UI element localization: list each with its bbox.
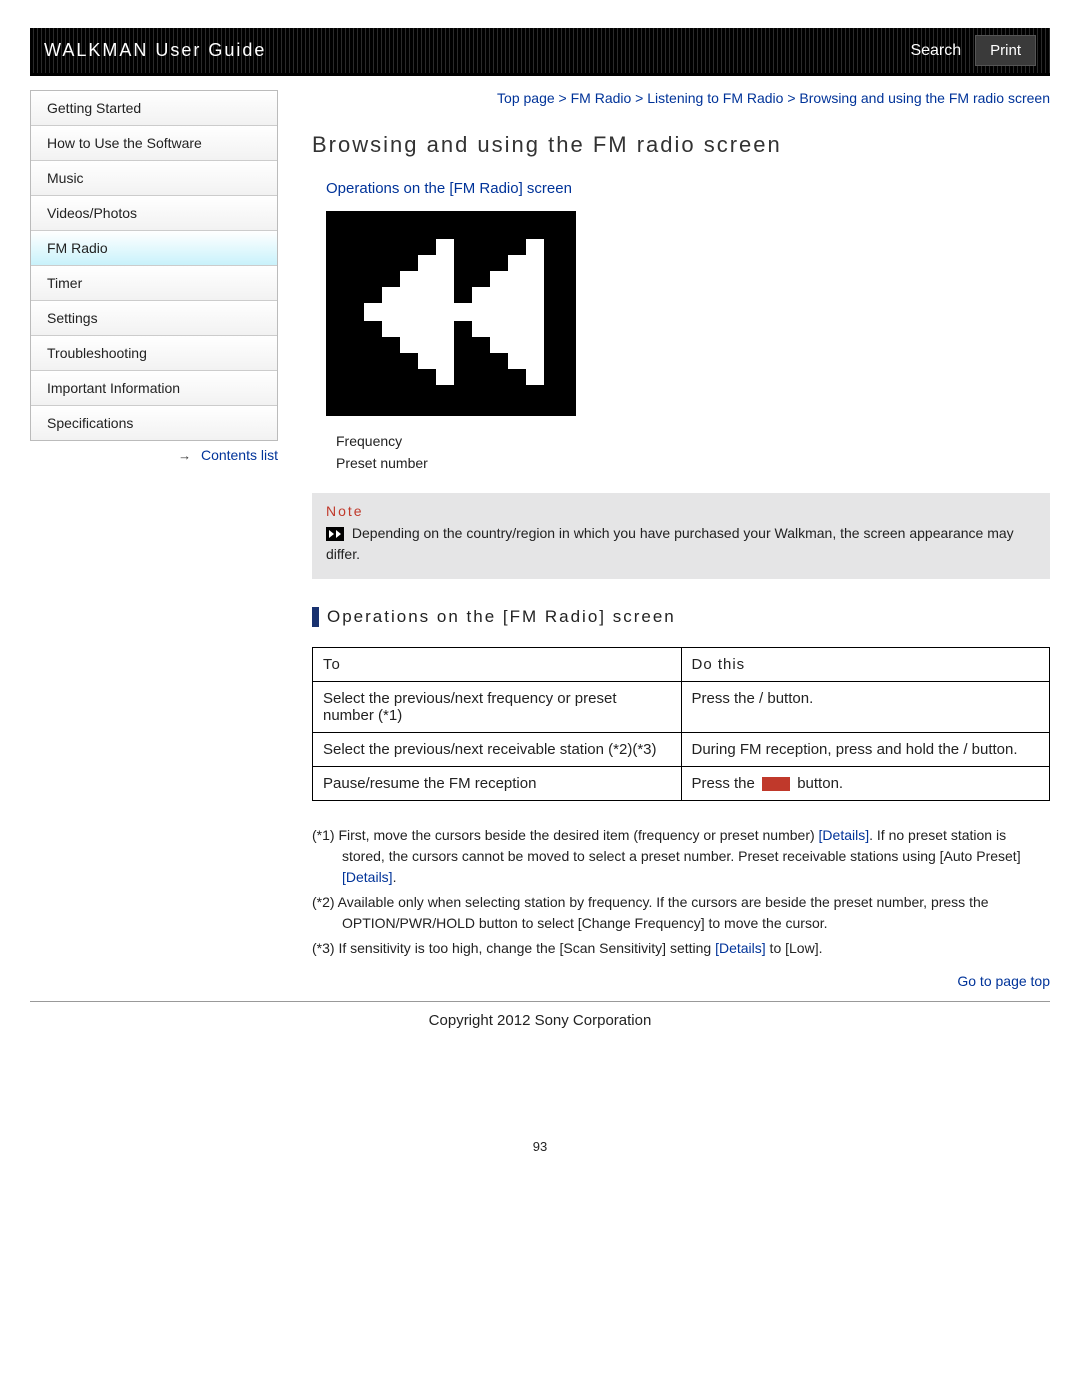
text: (*3) If sensitivity is too high, change …: [312, 940, 715, 956]
footnote-2: (*2) Available only when selecting stati…: [312, 892, 1050, 934]
label-frequency: Frequency: [336, 430, 1050, 452]
fast-forward-icon: [326, 527, 344, 541]
bc-fm-radio[interactable]: FM Radio: [571, 90, 632, 106]
operations-section-heading: Operations on the [FM Radio] screen: [312, 607, 1050, 627]
bc-sep: >: [555, 90, 571, 106]
nav-item-how-to-use-software[interactable]: How to Use the Software: [31, 126, 277, 161]
cell-to: Select the previous/next receivable stat…: [313, 732, 682, 766]
rewind-icon: [326, 211, 576, 416]
note-label: Note: [326, 503, 1036, 519]
text: (*1) First, move the cursors beside the …: [312, 827, 819, 843]
cell-do: During FM reception, press and hold the …: [681, 732, 1050, 766]
bc-sep: >: [783, 90, 799, 106]
bc-current: Browsing and using the FM radio screen: [799, 90, 1050, 106]
note-box: Note Depending on the country/region in …: [312, 493, 1050, 579]
table-header-row: To Do this: [313, 647, 1050, 681]
play-pause-icon: [762, 777, 790, 791]
breadcrumb: Top page > FM Radio > Listening to FM Ra…: [312, 90, 1050, 106]
text: button.: [797, 775, 843, 792]
details-link[interactable]: [Details]: [819, 827, 870, 843]
app-title: WALKMAN User Guide: [44, 40, 910, 61]
arrow-right-icon: →: [178, 448, 191, 463]
nav-item-getting-started[interactable]: Getting Started: [31, 91, 277, 126]
sidebar: Getting Started How to Use the Software …: [30, 90, 278, 995]
text: to [Low].: [766, 940, 823, 956]
search-button[interactable]: Search: [910, 42, 961, 60]
copyright: Copyright 2012 Sony Corporation: [30, 1012, 1050, 1029]
bc-listening[interactable]: Listening to FM Radio: [647, 90, 783, 106]
bc-top-page[interactable]: Top page: [497, 90, 555, 106]
footnote-3: (*3) If sensitivity is too high, change …: [312, 938, 1050, 959]
bc-sep: >: [631, 90, 647, 106]
cell-do: Press the button.: [681, 766, 1050, 800]
operations-anchor-link[interactable]: Operations on the [FM Radio] screen: [326, 180, 1050, 197]
image-labels: Frequency Preset number: [336, 430, 1050, 475]
main-content: Top page > FM Radio > Listening to FM Ra…: [278, 90, 1050, 995]
th-to: To: [313, 647, 682, 681]
nav-item-settings[interactable]: Settings: [31, 301, 277, 336]
text: Press the: [692, 690, 760, 707]
contents-list-link[interactable]: Contents list: [201, 447, 278, 463]
label-preset-number: Preset number: [336, 452, 1050, 474]
fm-radio-screen-image: [326, 211, 576, 416]
text: Press the: [692, 775, 760, 792]
nav-item-timer[interactable]: Timer: [31, 266, 277, 301]
header-bar: WALKMAN User Guide Search Print: [30, 28, 1050, 76]
table-row: Select the previous/next receivable stat…: [313, 732, 1050, 766]
nav-list: Getting Started How to Use the Software …: [30, 90, 278, 441]
text: button.: [767, 690, 813, 707]
print-button[interactable]: Print: [975, 35, 1036, 66]
details-link[interactable]: [Details]: [342, 869, 393, 885]
nav-item-important-information[interactable]: Important Information: [31, 371, 277, 406]
nav-item-videos-photos[interactable]: Videos/Photos: [31, 196, 277, 231]
text: /: [963, 741, 971, 758]
text: .: [393, 869, 397, 885]
operations-table: To Do this Select the previous/next freq…: [312, 647, 1050, 801]
cell-to: Select the previous/next frequency or pr…: [313, 681, 682, 732]
go-to-page-top-link[interactable]: Go to page top: [312, 973, 1050, 989]
cell-do: Press the / button.: [681, 681, 1050, 732]
page-title: Browsing and using the FM radio screen: [312, 132, 1050, 158]
text: During FM reception, press and hold the: [692, 741, 964, 758]
footnote-1: (*1) First, move the cursors beside the …: [312, 825, 1050, 888]
nav-item-music[interactable]: Music: [31, 161, 277, 196]
contents-list-row: → Contents list: [30, 447, 278, 463]
divider: [30, 1001, 1050, 1002]
table-row: Select the previous/next frequency or pr…: [313, 681, 1050, 732]
nav-item-fm-radio[interactable]: FM Radio: [31, 231, 277, 266]
text: button.: [972, 741, 1018, 758]
nav-item-troubleshooting[interactable]: Troubleshooting: [31, 336, 277, 371]
footnotes: (*1) First, move the cursors beside the …: [312, 825, 1050, 959]
table-row: Pause/resume the FM reception Press the …: [313, 766, 1050, 800]
details-link[interactable]: [Details]: [715, 940, 766, 956]
cell-to: Pause/resume the FM reception: [313, 766, 682, 800]
note-text: Depending on the country/region in which…: [326, 525, 1014, 562]
th-do-this: Do this: [681, 647, 1050, 681]
nav-item-specifications[interactable]: Specifications: [31, 406, 277, 440]
page-number: 93: [30, 1139, 1050, 1154]
